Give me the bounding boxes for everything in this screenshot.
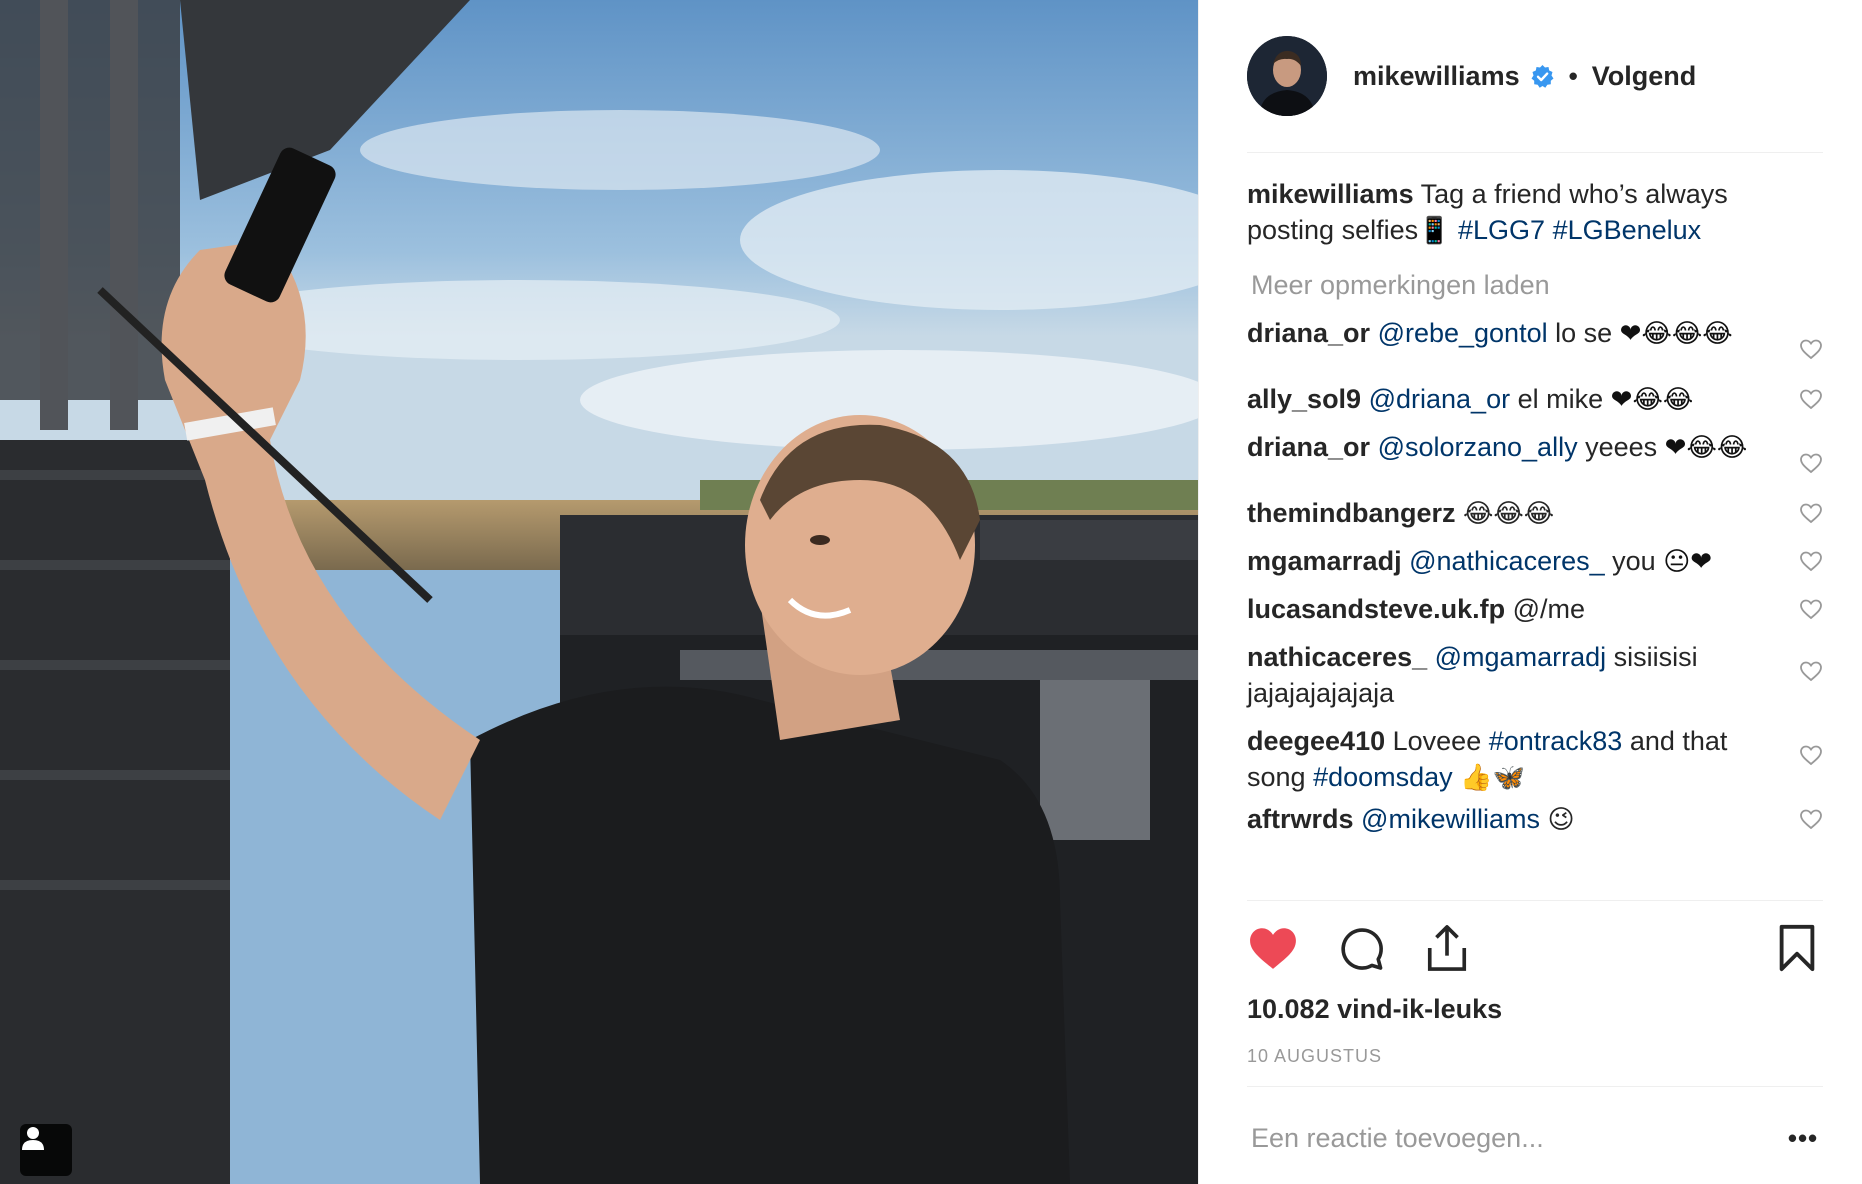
share-upload-icon bbox=[1427, 925, 1467, 971]
comment-emoji: ❤😂😂 bbox=[1664, 433, 1748, 463]
comment-like-heart-icon[interactable] bbox=[1799, 501, 1823, 525]
comment-mention[interactable]: @mikewilliams bbox=[1361, 804, 1540, 834]
likes-count[interactable]: 10.082 vind-ik-leuks bbox=[1247, 994, 1502, 1025]
save-button[interactable] bbox=[1771, 922, 1823, 974]
comment-item: driana_or @solorzano_ally yeees ❤😂😂 bbox=[1247, 429, 1823, 501]
comment-emoji: 😂😂😂 bbox=[1463, 499, 1555, 529]
comment-item: driana_or @rebe_gontol lo se ❤😂😂😂 bbox=[1247, 315, 1823, 387]
comment-username[interactable]: deegee410 bbox=[1247, 726, 1385, 756]
comment-text: lo se bbox=[1555, 318, 1613, 348]
avatar[interactable] bbox=[1247, 36, 1327, 116]
post-photo[interactable] bbox=[0, 0, 1198, 1184]
comment-username[interactable]: nathicaceres_ bbox=[1247, 642, 1427, 672]
add-comment-divider bbox=[1247, 1086, 1823, 1087]
comment-like-heart-icon[interactable] bbox=[1799, 743, 1823, 767]
add-comment-input[interactable] bbox=[1247, 1122, 1747, 1154]
caption-username[interactable]: mikewilliams bbox=[1247, 179, 1414, 209]
comment-mention[interactable]: @rebe_gontol bbox=[1378, 318, 1548, 348]
post-actions bbox=[1247, 922, 1823, 978]
following-button[interactable]: Volgend bbox=[1592, 61, 1697, 92]
load-more-comments-button[interactable]: Meer opmerkingen laden bbox=[1251, 267, 1823, 303]
post-caption: mikewilliams Tag a friend who’s always p… bbox=[1247, 176, 1777, 249]
comment-like-heart-icon[interactable] bbox=[1799, 451, 1823, 475]
comment-emoji: 👍🦋 bbox=[1460, 763, 1525, 793]
comment-text: yeees bbox=[1585, 432, 1658, 462]
comment-username[interactable]: driana_or bbox=[1247, 318, 1370, 348]
comment-item: nathicaceres_ @mgamarradj sisiisisi jaja… bbox=[1247, 639, 1823, 723]
share-button[interactable] bbox=[1421, 922, 1473, 974]
comment-text: @/me bbox=[1512, 594, 1586, 624]
comment-username[interactable]: ally_sol9 bbox=[1247, 384, 1361, 414]
bookmark-icon bbox=[1779, 924, 1815, 972]
person-tag-icon bbox=[22, 1127, 44, 1150]
comment-like-heart-icon[interactable] bbox=[1799, 807, 1823, 831]
post-side-panel: mikewilliams • Volgend mikewilliams Tag … bbox=[1198, 0, 1862, 1184]
more-options-button[interactable]: ••• bbox=[1783, 1120, 1823, 1156]
comment-username[interactable]: mgamarradj bbox=[1247, 546, 1402, 576]
tagged-people-button[interactable] bbox=[20, 1124, 72, 1176]
comment-item: mgamarradj @nathicaceres_ you 😐❤ bbox=[1247, 543, 1823, 591]
comment-like-heart-icon[interactable] bbox=[1799, 597, 1823, 621]
comment-emoji: 😉 bbox=[1547, 805, 1575, 835]
comment-emoji: 😐❤ bbox=[1663, 547, 1713, 577]
header-separator: • bbox=[1568, 60, 1578, 91]
comment-like-heart-icon[interactable] bbox=[1799, 337, 1823, 361]
comment-hashtag[interactable]: #ontrack83 bbox=[1489, 726, 1623, 756]
comments-section: mikewilliams Tag a friend who’s always p… bbox=[1247, 176, 1823, 849]
comment-text: Loveee bbox=[1392, 726, 1482, 756]
comment-item: deegee410 Loveee #ontrack83 and that son… bbox=[1247, 723, 1823, 807]
comment-mention[interactable]: @solorzano_ally bbox=[1378, 432, 1578, 462]
comment-username[interactable]: themindbangerz bbox=[1247, 498, 1456, 528]
caption-hashtag[interactable]: #LGG7 bbox=[1458, 215, 1545, 245]
comment-username[interactable]: aftrwrds bbox=[1247, 804, 1354, 834]
post-header: mikewilliams • Volgend bbox=[1247, 36, 1823, 116]
post-date: 10 AUGUSTUS bbox=[1247, 1046, 1383, 1066]
comment-hashtag[interactable]: #doomsday bbox=[1313, 762, 1453, 792]
comment-list: driana_or @rebe_gontol lo se ❤😂😂😂 ally_s… bbox=[1247, 315, 1823, 849]
comment-item: themindbangerz 😂😂😂 bbox=[1247, 495, 1823, 543]
comment-like-heart-icon[interactable] bbox=[1799, 387, 1823, 411]
header-divider bbox=[1247, 152, 1823, 153]
avatar-image bbox=[1247, 36, 1327, 116]
comment-emoji: ❤😂😂😂 bbox=[1619, 319, 1733, 349]
actions-divider bbox=[1247, 900, 1823, 901]
comment-mention[interactable]: @driana_or bbox=[1369, 384, 1511, 414]
comment-item: ally_sol9 @driana_or el mike ❤😂😂 bbox=[1247, 381, 1823, 429]
author-username[interactable]: mikewilliams bbox=[1353, 61, 1520, 92]
like-button[interactable] bbox=[1247, 922, 1299, 974]
caption-hashtag[interactable]: #LGBenelux bbox=[1553, 215, 1702, 245]
selfie-photo-illustration bbox=[0, 0, 1198, 1184]
comment-like-heart-icon[interactable] bbox=[1799, 549, 1823, 573]
add-comment-bar: ••• bbox=[1247, 1108, 1823, 1168]
caption-emoji: 📱 bbox=[1418, 216, 1451, 246]
comment-bubble-icon bbox=[1341, 928, 1383, 970]
comment-mention[interactable]: @mgamarradj bbox=[1435, 642, 1606, 672]
comment-text: you bbox=[1612, 546, 1656, 576]
comment-like-heart-icon[interactable] bbox=[1799, 659, 1823, 683]
verified-badge-icon bbox=[1530, 64, 1555, 89]
comment-button[interactable] bbox=[1335, 922, 1387, 974]
comment-emoji: ❤😂😂 bbox=[1610, 385, 1694, 415]
comment-mention[interactable]: @nathicaceres_ bbox=[1409, 546, 1605, 576]
heart-filled-icon bbox=[1250, 928, 1296, 969]
comment-username[interactable]: driana_or bbox=[1247, 432, 1370, 462]
comment-item: aftrwrds @mikewilliams 😉 bbox=[1247, 801, 1823, 849]
comment-text: el mike bbox=[1517, 384, 1604, 414]
comment-item: lucasandsteve.uk.fp @/me bbox=[1247, 591, 1823, 639]
comment-username[interactable]: lucasandsteve.uk.fp bbox=[1247, 594, 1505, 624]
